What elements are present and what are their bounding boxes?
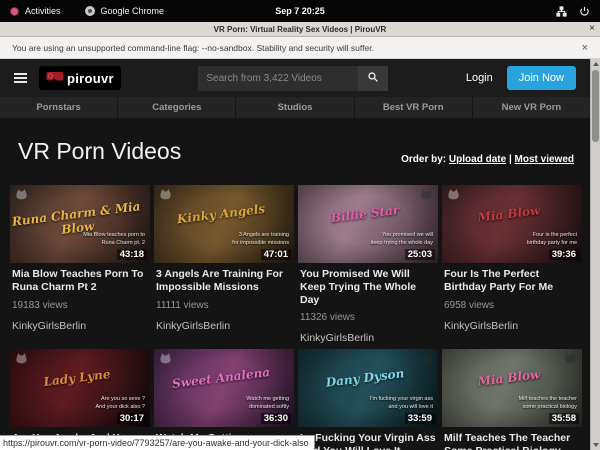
- order-by: Order by: Upload date | Most viewed: [401, 154, 574, 165]
- thumbnail-model-name: Sweet Analena: [154, 363, 288, 393]
- duration-badge: 47:01: [261, 249, 291, 260]
- thumbnail-caption: Milf teaches the teacher some practical …: [519, 395, 577, 412]
- thumbnail-model-name: Kinky Angels: [154, 199, 288, 229]
- video-thumbnail[interactable]: Dany Dyson I'm fucking your virgin ass a…: [298, 349, 438, 427]
- search-bar: [198, 66, 388, 91]
- nav-item-studios[interactable]: Studios: [236, 97, 353, 118]
- duration-badge: 39:36: [549, 249, 579, 260]
- video-thumbnail[interactable]: Billie Star You promised we will keep tr…: [298, 185, 438, 263]
- thumbnail-model-name: Dany Dyson: [298, 363, 432, 393]
- duration-badge: 33:59: [405, 413, 435, 424]
- thumbnail-caption: Mia Blow teaches porn to Runa Charm pt. …: [83, 231, 145, 248]
- chrome-infobar: You are using an unsupported command-lin…: [0, 37, 600, 59]
- video-title[interactable]: Mia Blow Teaches Porn To Runa Charm Pt 2: [10, 268, 150, 294]
- video-thumbnail[interactable]: Lady Lyne Are you so sexe ? And your dic…: [10, 349, 150, 427]
- network-icon[interactable]: [556, 6, 567, 17]
- video-card: Mia Blow Four is the perfect birthday pa…: [442, 185, 582, 344]
- video-views: 11111 views: [154, 300, 294, 311]
- order-by-label: Order by:: [401, 154, 446, 165]
- video-card: Kinky Angels 3 Angels are training for i…: [154, 185, 294, 344]
- studio-cat-logo-icon: [158, 352, 173, 370]
- thumbnail-caption: I'm fucking your virgin ass and you will…: [370, 395, 433, 412]
- nav-item-best-vr-porn[interactable]: Best VR Porn: [355, 97, 472, 118]
- join-now-button[interactable]: Join Now: [507, 66, 576, 90]
- page-title: VR Porn Videos: [18, 138, 181, 165]
- video-thumbnail[interactable]: Kinky Angels 3 Angels are training for i…: [154, 185, 294, 263]
- thumbnail-model-name: Lady Lyne: [10, 363, 144, 393]
- thumbnail-model-name: Mia Blow: [442, 363, 576, 393]
- order-link-most-viewed[interactable]: Most viewed: [515, 154, 574, 165]
- video-title[interactable]: Milf Teaches The Teacher Some Practical …: [442, 432, 582, 450]
- search-button[interactable]: [358, 66, 388, 91]
- video-views: 11326 views: [298, 312, 438, 323]
- scroll-down-icon[interactable]: [591, 440, 600, 450]
- scroll-up-icon[interactable]: [591, 59, 600, 69]
- duration-badge: 36:30: [261, 413, 291, 424]
- thumbnail-caption: Are you so sexe ? And your dick also ?: [95, 395, 145, 412]
- thumbnail-model-name: Billie Star: [298, 199, 432, 229]
- site-header: pirouvr Login Join Now: [0, 59, 590, 97]
- site-logo[interactable]: pirouvr: [39, 66, 121, 90]
- video-thumbnail[interactable]: Runa Charm & Mia Blow Mia Blow teaches p…: [10, 185, 150, 263]
- system-top-bar: Activities Google Chrome Sep 7 20:25: [0, 0, 600, 22]
- video-title[interactable]: Four Is The Perfect Birthday Party For M…: [442, 268, 582, 294]
- logo-text: pirouvr: [67, 71, 114, 86]
- menu-icon[interactable]: [14, 73, 27, 83]
- page-body: VR Porn Videos Order by: Upload date | M…: [0, 118, 590, 450]
- video-thumbnail[interactable]: Sweet Analena Watch me getting dominated…: [154, 349, 294, 427]
- video-card: Billie Star You promised we will keep tr…: [298, 185, 438, 344]
- scrollbar[interactable]: [590, 59, 600, 450]
- video-thumbnail[interactable]: Mia Blow Milf teaches the teacher some p…: [442, 349, 582, 427]
- studio-cat-logo-icon: [158, 188, 173, 206]
- search-icon: [367, 71, 379, 86]
- video-title[interactable]: Im Fucking Your Virgin Ass And You Will …: [298, 432, 438, 450]
- thumbnail-caption: You promised we will keep trying the who…: [371, 231, 433, 248]
- duration-badge: 43:18: [117, 249, 147, 260]
- thumbnail-caption: Watch me getting dominated softly: [246, 395, 289, 412]
- browser-tab-strip: VR Porn: Virtual Reality Sex Videos | Pi…: [0, 22, 600, 37]
- nav-item-categories[interactable]: Categories: [118, 97, 235, 118]
- video-title[interactable]: 3 Angels Are Training For Impossible Mis…: [154, 268, 294, 294]
- screen: Activities Google Chrome Sep 7 20:25: [0, 0, 600, 450]
- infobar-close-icon[interactable]: ×: [582, 42, 588, 54]
- main-nav: Pornstars Categories Studios Best VR Por…: [0, 97, 590, 118]
- clock[interactable]: Sep 7 20:25: [0, 6, 600, 16]
- studio-link[interactable]: KinkyGirlsBerlin: [442, 320, 582, 332]
- thumbnail-caption: Four is the perfect birthday party for m…: [527, 231, 577, 248]
- status-url-tooltip: https://pirouvr.com/vr-porn-video/779325…: [0, 435, 315, 450]
- thumbnail-model-name: Mia Blow: [442, 199, 576, 229]
- video-views: 6958 views: [442, 300, 582, 311]
- order-link-upload-date[interactable]: Upload date: [449, 154, 506, 165]
- video-thumbnail[interactable]: Mia Blow Four is the perfect birthday pa…: [442, 185, 582, 263]
- login-link[interactable]: Login: [466, 72, 493, 84]
- search-input[interactable]: [198, 66, 358, 91]
- tab-title: VR Porn: Virtual Reality Sex Videos | Pi…: [214, 25, 387, 34]
- thumbnail-caption: 3 Angels are training for impossible mis…: [232, 231, 289, 248]
- vr-goggles-icon: [46, 69, 64, 87]
- nav-item-new-vr-porn[interactable]: New VR Porn: [473, 97, 590, 118]
- order-separator: |: [509, 154, 512, 165]
- studio-cat-logo-icon: [14, 352, 29, 370]
- video-grid: Runa Charm & Mia Blow Mia Blow teaches p…: [10, 185, 582, 450]
- studio-link[interactable]: KinkyGirlsBerlin: [10, 320, 150, 332]
- power-icon[interactable]: [579, 6, 590, 17]
- video-card: Mia Blow Milf teaches the teacher some p…: [442, 349, 582, 450]
- duration-badge: 30:17: [117, 413, 147, 424]
- nav-item-pornstars[interactable]: Pornstars: [0, 97, 117, 118]
- browser-viewport: pirouvr Login Join Now: [0, 59, 600, 450]
- studio-cat-logo-icon: [14, 188, 29, 206]
- scrollbar-thumb[interactable]: [592, 70, 599, 142]
- video-card: Runa Charm & Mia Blow Mia Blow teaches p…: [10, 185, 150, 344]
- duration-badge: 25:03: [405, 249, 435, 260]
- studio-link[interactable]: KinkyGirlsBerlin: [298, 332, 438, 344]
- video-title[interactable]: You Promised We Will Keep Trying The Who…: [298, 268, 438, 306]
- studio-link[interactable]: KinkyGirlsBerlin: [154, 320, 294, 332]
- video-views: 19183 views: [10, 300, 150, 311]
- infobar-message: You are using an unsupported command-lin…: [12, 43, 374, 53]
- tab-close-icon[interactable]: ×: [589, 22, 595, 36]
- studio-cat-logo-icon: [446, 188, 461, 206]
- video-card: Dany Dyson I'm fucking your virgin ass a…: [298, 349, 438, 450]
- duration-badge: 35:58: [549, 413, 579, 424]
